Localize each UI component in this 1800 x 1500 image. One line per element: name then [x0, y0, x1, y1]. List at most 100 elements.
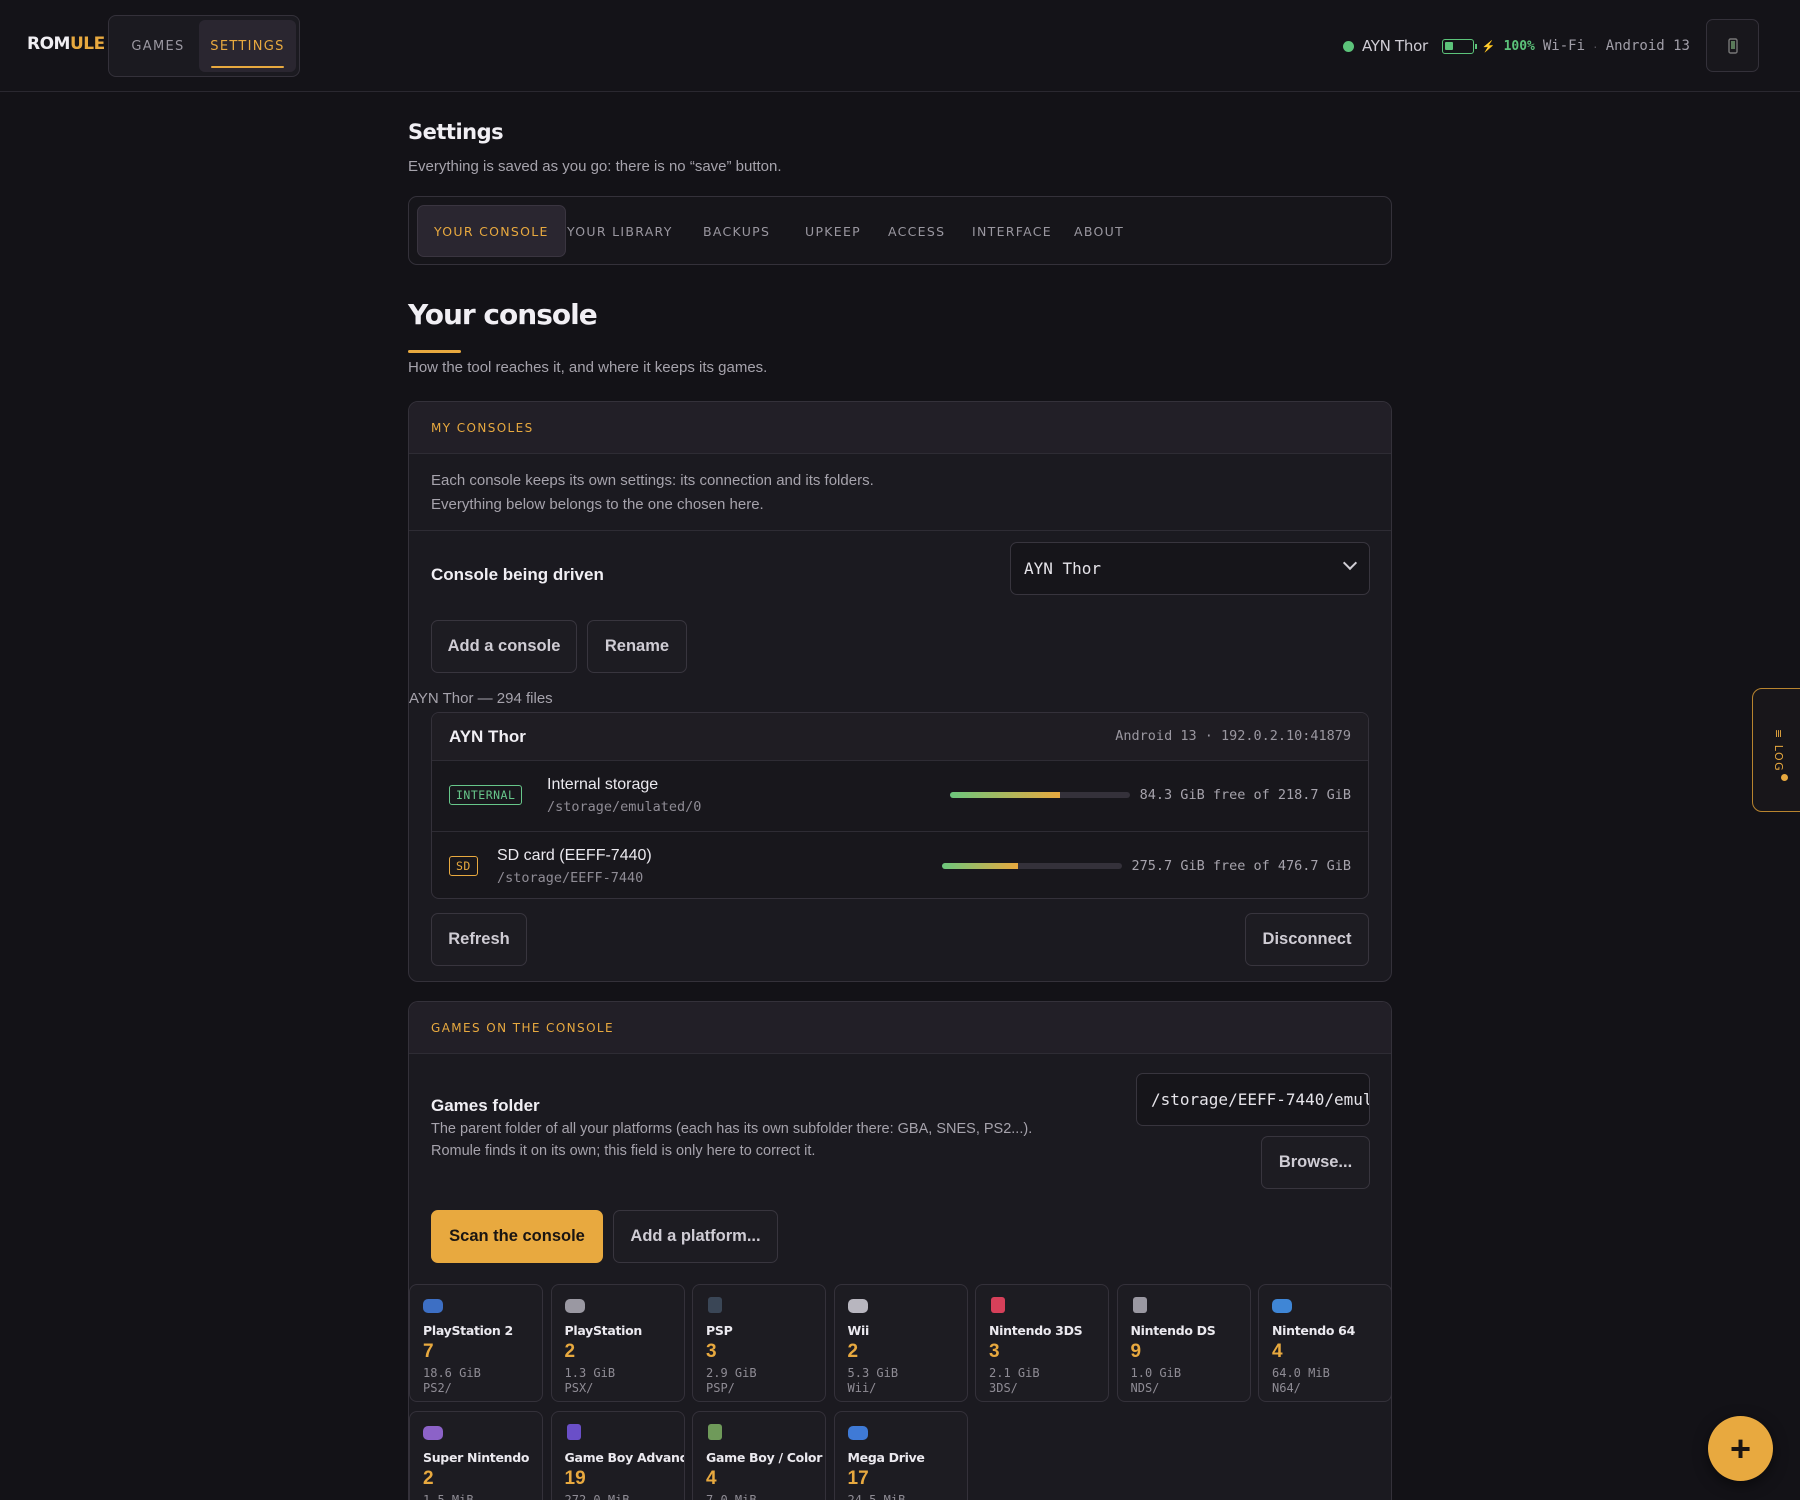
platform-size: 2.1 GiB — [989, 1366, 1040, 1380]
device-panel-name: AYN Thor — [449, 727, 526, 746]
platform-name: Wii — [847, 1323, 870, 1338]
page-title: Settings — [408, 120, 504, 144]
tab-backups[interactable]: BACKUPS — [687, 205, 786, 257]
section-subtitle: How the tool reaches it, and where it ke… — [408, 359, 768, 376]
platform-count: 19 — [564, 1468, 586, 1489]
handheld-icon — [1132, 1297, 1147, 1313]
platform-size: 24.5 MiB — [847, 1493, 906, 1500]
platform-card[interactable]: PSP 3 2.9 GiB PSP/ — [692, 1284, 826, 1402]
battery-icon — [1441, 38, 1477, 54]
top-bar: ROMULE GAMES SETTINGS AYN Thor ⚡ 100% Wi… — [0, 0, 1800, 92]
browse-button[interactable]: Browse... — [1261, 1136, 1370, 1189]
platform-count: 4 — [1272, 1341, 1283, 1362]
platform-card[interactable]: Nintendo 3DS 3 2.1 GiB 3DS/ — [975, 1284, 1109, 1402]
app-logo[interactable]: ROMULE — [27, 34, 105, 54]
platform-card[interactable]: Nintendo 64 4 64.0 MiB N64/ — [1258, 1284, 1391, 1402]
charging-bolt-icon: ⚡ — [1481, 40, 1496, 53]
gamepad-icon — [1272, 1299, 1292, 1313]
platform-name: Super Nintendo — [423, 1450, 530, 1465]
tab-about[interactable]: ABOUT — [1058, 205, 1140, 257]
add-console-button[interactable]: Add a console — [431, 620, 577, 673]
platform-card[interactable]: Super Nintendo 2 1.5 MiB — [409, 1411, 543, 1500]
tab-access[interactable]: ACCESS — [872, 205, 961, 257]
logo-ule: ULE — [69, 34, 105, 54]
storage-path: /storage/emulated/0 — [547, 799, 702, 815]
handheld-icon — [566, 1424, 581, 1440]
storage-name: SD card (EEFF-7440) — [497, 847, 652, 864]
games-card: GAMES ON THE CONSOLE Games folder The pa… — [408, 1001, 1392, 1500]
platform-card[interactable]: Game Boy / Color 4 7.0 MiB — [692, 1411, 826, 1500]
storage-row: INTERNAL Internal storage /storage/emula… — [432, 761, 1368, 831]
tab-your-console[interactable]: YOUR CONSOLE — [417, 205, 566, 257]
storage-path: /storage/EEFF-7440 — [497, 870, 644, 886]
storage-tag: INTERNAL — [449, 785, 523, 805]
scan-console-button[interactable]: Scan the console — [431, 1210, 603, 1263]
divider — [409, 530, 1391, 531]
tab-upkeep[interactable]: UPKEEP — [789, 205, 877, 257]
add-fab-button[interactable]: + — [1708, 1416, 1773, 1481]
gamepad-icon — [423, 1299, 443, 1313]
platform-name: Nintendo 64 — [1272, 1323, 1355, 1338]
section-underline — [408, 350, 461, 353]
platform-size: 272.0 MiB — [564, 1493, 630, 1500]
rename-button[interactable]: Rename — [587, 620, 687, 673]
platform-card[interactable]: Game Boy Advance 19 272.0 MiB — [550, 1411, 685, 1500]
handheld-icon — [708, 1424, 722, 1440]
storage-free: 275.7 GiB free of 476.7 GiB — [1131, 858, 1351, 874]
os-version: Android 13 — [1605, 38, 1690, 54]
nav-settings[interactable]: SETTINGS — [199, 20, 296, 72]
platform-name: Nintendo 3DS — [989, 1323, 1083, 1338]
platform-folder: Wii/ — [847, 1381, 877, 1395]
handheld-icon — [708, 1297, 722, 1313]
platform-card[interactable]: Mega Drive 17 24.5 MiB — [833, 1411, 968, 1500]
my-consoles-header: MY CONSOLES — [409, 402, 1391, 454]
platform-folder: NDS/ — [1130, 1381, 1160, 1395]
platform-card[interactable]: Nintendo DS 9 1.0 GiB NDS/ — [1116, 1284, 1251, 1402]
games-folder-input[interactable]: /storage/EEFF-7440/emul — [1136, 1073, 1370, 1126]
refresh-button[interactable]: Refresh — [431, 913, 527, 966]
gamepad-icon — [564, 1299, 585, 1313]
main-nav: GAMES SETTINGS — [108, 15, 300, 77]
console-select[interactable]: AYN Thor — [1010, 542, 1370, 595]
tab-your-library[interactable]: YOUR LIBRARY — [551, 205, 689, 257]
device-status: AYN Thor ⚡ 100% Wi-Fi · Android 13 — [1342, 34, 1690, 58]
device-button[interactable] — [1706, 19, 1759, 72]
console-driven-label: Console being driven — [431, 565, 604, 584]
battery-percent: 100% — [1503, 38, 1535, 54]
log-panel-toggle[interactable]: ≡ LOG — [1752, 688, 1800, 812]
platform-size: 5.3 GiB — [847, 1366, 899, 1380]
platform-name: Nintendo DS — [1130, 1323, 1216, 1338]
nav-games[interactable]: GAMES — [113, 20, 203, 72]
log-label-text: LOG — [1772, 744, 1785, 773]
device-name: AYN Thor — [1361, 37, 1428, 55]
platform-size: 2.9 GiB — [706, 1366, 757, 1380]
platform-count: 9 — [1130, 1341, 1142, 1362]
device-address: Android 13 · 192.0.2.10:41879 — [1115, 728, 1351, 744]
disconnect-button[interactable]: Disconnect — [1245, 913, 1369, 966]
platform-folder: PSX/ — [564, 1381, 594, 1395]
my-consoles-card: MY CONSOLES Each console keeps its own s… — [408, 401, 1392, 982]
platform-count: 2 — [564, 1341, 576, 1362]
platform-count: 3 — [989, 1341, 1000, 1362]
platform-card[interactable]: PlayStation 2 1.3 GiB PSX/ — [550, 1284, 685, 1402]
page-subtitle: Everything is saved as you go: there is … — [408, 158, 782, 175]
platform-name: PlayStation — [564, 1323, 643, 1338]
network-type: Wi-Fi — [1542, 38, 1586, 54]
platform-card[interactable]: Wii 2 5.3 GiB Wii/ — [833, 1284, 968, 1402]
platform-name: Game Boy Advance — [564, 1450, 685, 1465]
consoles-desc-2: Everything below belongs to the one chos… — [431, 496, 764, 513]
games-folder-desc-1: The parent folder of all your platforms … — [431, 1121, 1033, 1137]
storage-free: 84.3 GiB free of 218.7 GiB — [1139, 787, 1351, 803]
log-status-dot-icon — [1781, 774, 1788, 781]
games-folder-label: Games folder — [431, 1096, 540, 1115]
tab-interface[interactable]: INTERFACE — [956, 205, 1068, 257]
storage-usage-fill — [950, 792, 1060, 798]
log-label: ≡ LOG — [1772, 729, 1785, 773]
platform-folder: PS2/ — [423, 1381, 452, 1395]
consoles-desc-1: Each console keeps its own settings: its… — [431, 472, 874, 489]
platform-card[interactable]: PlayStation 2 7 18.6 GiB PS2/ — [409, 1284, 543, 1402]
add-platform-button[interactable]: Add a platform... — [613, 1210, 778, 1263]
platform-folder: PSP/ — [706, 1381, 735, 1395]
games-header: GAMES ON THE CONSOLE — [409, 1002, 1391, 1054]
platform-folder: 3DS/ — [989, 1381, 1018, 1395]
